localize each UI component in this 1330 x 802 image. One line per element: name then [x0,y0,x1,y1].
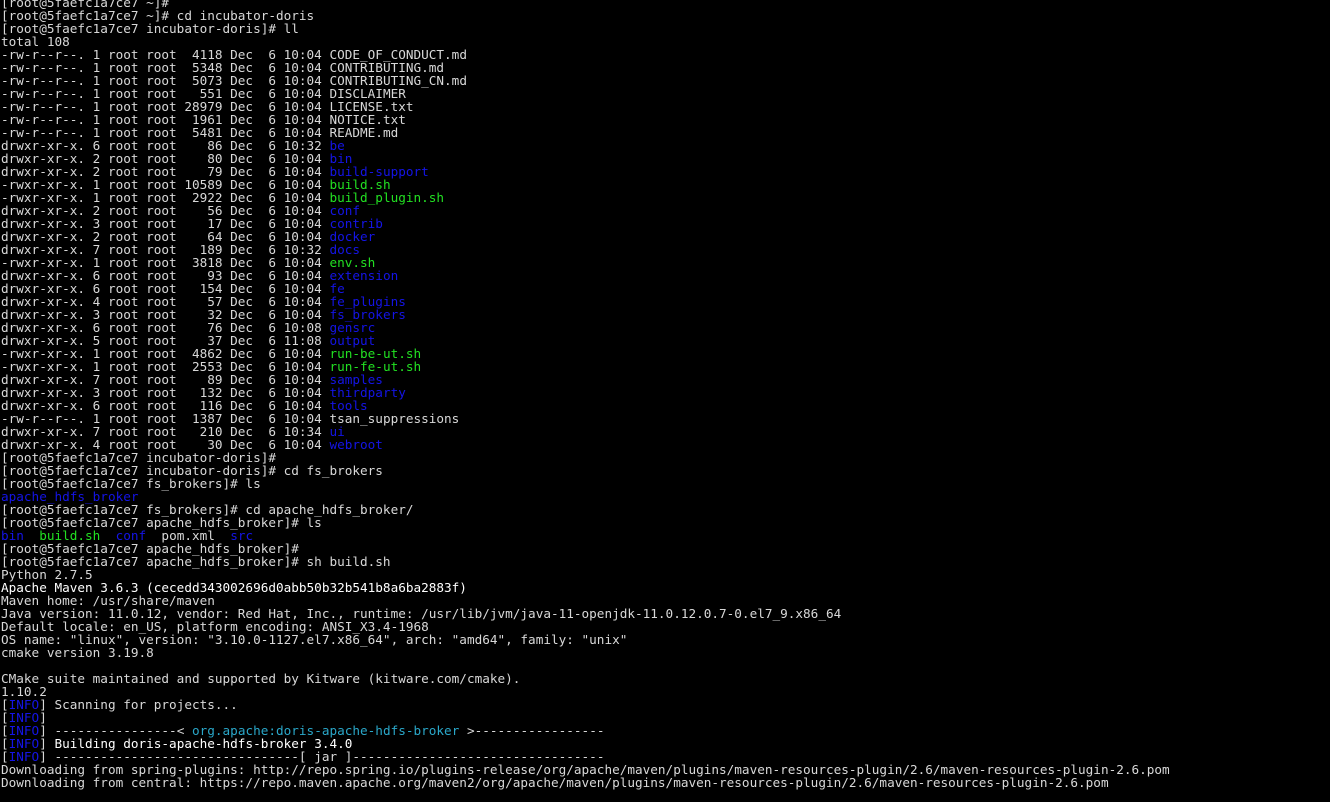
terminal-window[interactable]: [root@5faefc1a7ce7 ~]# [root@5faefc1a7ce7… [0,0,1330,802]
terminal-text: ] Scanning for projects... [39,697,238,712]
terminal-line: CMake suite maintained and supported by … [1,672,1170,685]
terminal-text: Downloading from central: https://repo.m… [1,775,1109,790]
terminal-text: cmake version 3.19.8 [1,645,154,660]
terminal-line: [root@5faefc1a7ce7 apache_hdfs_broker]# … [1,555,1170,568]
terminal-output: [root@5faefc1a7ce7 ~]# [root@5faefc1a7ce7… [1,0,1170,789]
terminal-line: [root@5faefc1a7ce7 incubator-doris]# ll [1,22,1170,35]
terminal-text: CMake suite maintained and supported by … [1,671,521,686]
directory-name: webroot [329,437,383,452]
terminal-line: [root@5faefc1a7ce7 fs_brokers]# ls [1,477,1170,490]
terminal-line: cmake version 3.19.8 [1,646,1170,659]
terminal-line: Downloading from central: https://repo.m… [1,776,1170,789]
terminal-line: [INFO] Scanning for projects... [1,698,1170,711]
terminal-text: >----------------- [459,723,605,738]
terminal-text: tsan_suppressions [329,411,460,426]
terminal-line: OS name: "linux", version: "3.10.0-1127.… [1,633,1170,646]
